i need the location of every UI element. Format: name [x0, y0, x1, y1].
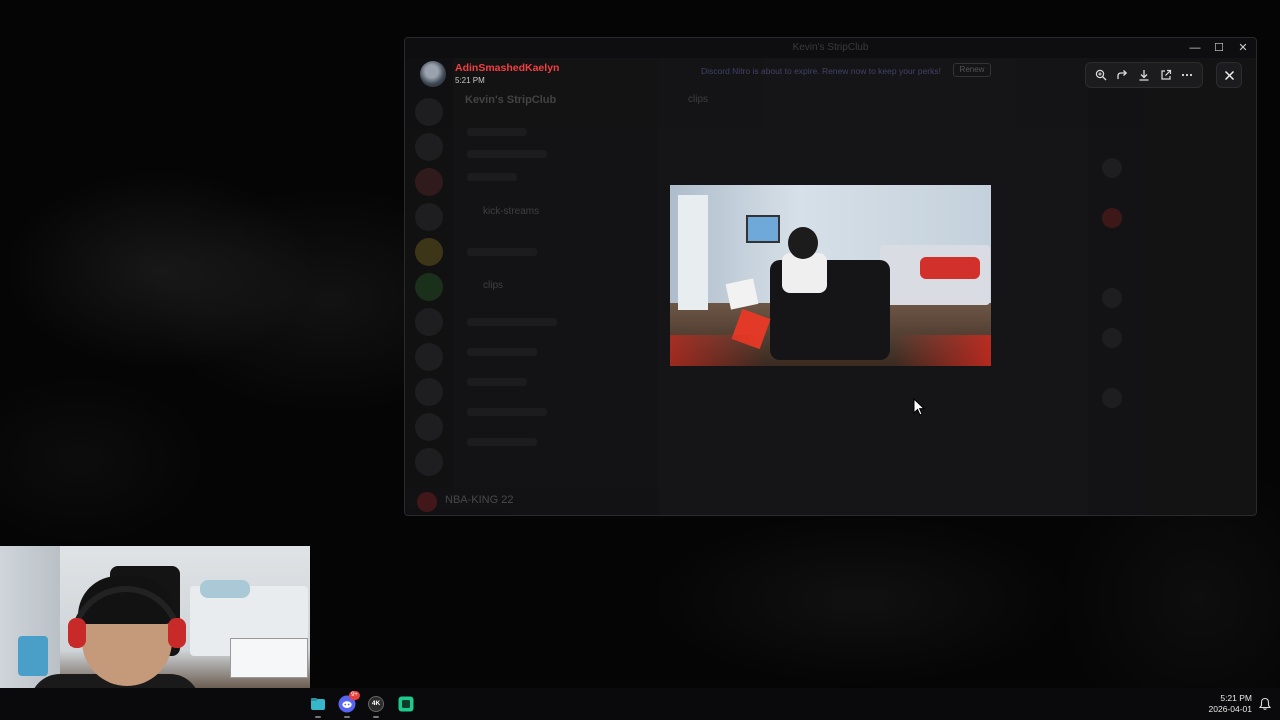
mouse-cursor-icon: [913, 398, 925, 416]
zoom-in-icon[interactable]: [1092, 66, 1110, 84]
4k-icon: 4K: [368, 696, 384, 712]
folder-icon: [311, 698, 325, 710]
clock-time: 5:21 PM: [1220, 693, 1252, 703]
member-avatar[interactable]: [1102, 328, 1122, 348]
member-avatar[interactable]: [1102, 158, 1122, 178]
window-title: Kevin's StripClub: [792, 42, 869, 53]
media-video-preview[interactable]: [670, 185, 991, 366]
user-panel: NBA-KING 22: [405, 488, 658, 515]
close-window-button[interactable]: ✕: [1234, 40, 1252, 56]
member-avatar[interactable]: [1102, 288, 1122, 308]
server-icon[interactable]: [415, 98, 443, 126]
member-list: [1088, 58, 1256, 515]
member-avatar[interactable]: [1102, 388, 1122, 408]
media-app-icon: [398, 696, 414, 712]
server-name[interactable]: Kevin's StripClub: [465, 94, 556, 106]
taskbar-media-app[interactable]: [396, 694, 416, 714]
current-username: NBA-KING 22: [445, 494, 514, 506]
close-viewer-button[interactable]: [1216, 62, 1242, 88]
window-titlebar[interactable]: Kevin's StripClub — ☐ ✕: [405, 38, 1256, 58]
author-name[interactable]: AdinSmashedKaelyn: [455, 62, 559, 74]
channel-item-active[interactable]: clips: [483, 280, 503, 291]
message-timestamp: 5:21 PM: [455, 76, 485, 85]
channel-item[interactable]: kick-streams: [483, 206, 539, 217]
system-clock[interactable]: 5:21 PM 2026-04-01: [1209, 693, 1252, 715]
clock-date: 2026-04-01: [1208, 704, 1252, 714]
forward-icon[interactable]: [1113, 66, 1131, 84]
server-icon[interactable]: [415, 238, 443, 266]
more-icon[interactable]: [1178, 66, 1196, 84]
renew-button[interactable]: Renew: [953, 63, 991, 77]
taskbar-files-app[interactable]: [308, 694, 328, 714]
open-external-icon[interactable]: [1157, 66, 1175, 84]
avatar[interactable]: [417, 492, 437, 512]
author-avatar[interactable]: [420, 61, 446, 87]
channel-list: Kevin's StripClub kick-streams clips: [453, 58, 658, 515]
minimize-button[interactable]: —: [1186, 40, 1204, 56]
member-avatar[interactable]: [1102, 208, 1122, 228]
notification-center-icon[interactable]: [1258, 697, 1272, 711]
server-icon[interactable]: [415, 133, 443, 161]
channel-header: clips: [688, 94, 709, 105]
server-list: [405, 58, 453, 515]
server-icon[interactable]: [415, 308, 443, 336]
server-icon[interactable]: [415, 413, 443, 441]
window-controls: — ☐ ✕: [1186, 40, 1252, 56]
maximize-button[interactable]: ☐: [1210, 40, 1228, 56]
nitro-notice-text: Discord Nitro is about to expire. Renew …: [701, 66, 942, 76]
notification-badge: 9+: [349, 691, 360, 700]
download-icon[interactable]: [1135, 66, 1153, 84]
server-icon[interactable]: [415, 378, 443, 406]
taskbar-discord-app[interactable]: 9+: [337, 691, 360, 714]
server-icon[interactable]: [415, 343, 443, 371]
taskbar-4k-app[interactable]: 4K: [366, 694, 386, 714]
taskbar: 9+ 4K 5:21 PM 2026-04-01: [0, 688, 1280, 720]
server-icon[interactable]: [415, 168, 443, 196]
close-icon: [1224, 70, 1234, 80]
server-icon[interactable]: [415, 203, 443, 231]
media-toolbar: [1085, 62, 1203, 88]
server-icon[interactable]: [415, 273, 443, 301]
server-icon[interactable]: [415, 448, 443, 476]
